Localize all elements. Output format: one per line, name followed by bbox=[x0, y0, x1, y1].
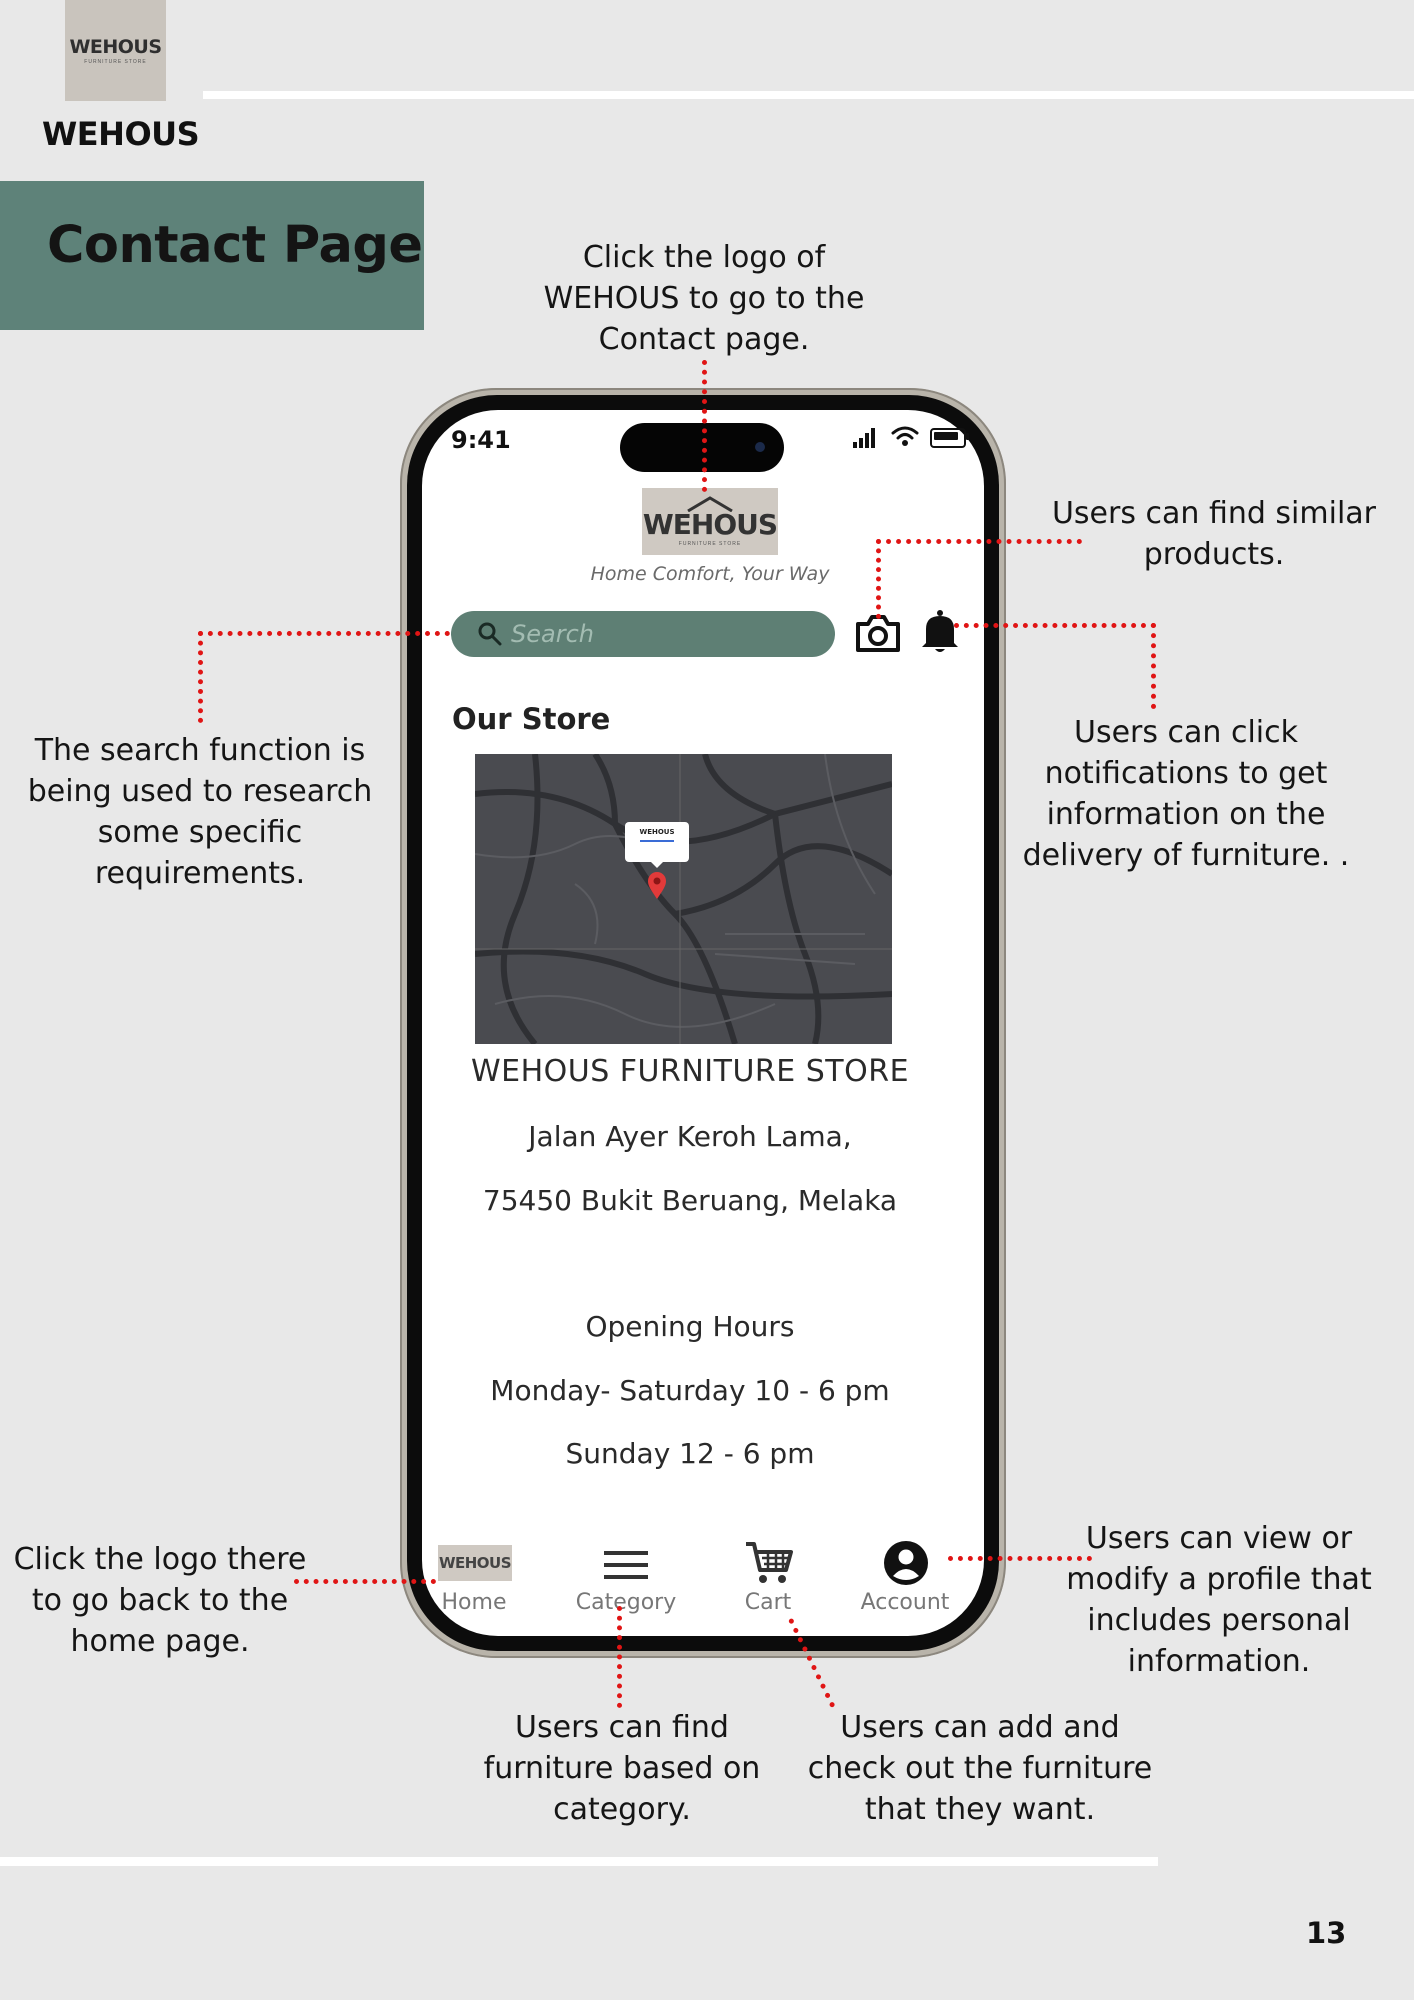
connector-search-v bbox=[198, 631, 203, 723]
app-logo[interactable]: WEHOUS FURNITURE STORE bbox=[642, 488, 778, 555]
tab-home-label: Home bbox=[441, 1590, 507, 1615]
note-category: Users can find furniture based on catego… bbox=[483, 1710, 761, 1827]
map-popup-title: WEHOUS bbox=[639, 828, 675, 836]
hours-weekday: Monday- Saturday 10 - 6 pm bbox=[490, 1374, 890, 1407]
app-tagline: Home Comfort, Your Way bbox=[590, 563, 830, 585]
front-camera bbox=[755, 442, 765, 452]
page-title: Contact Page bbox=[47, 216, 423, 275]
brand-name: WEHOUS bbox=[42, 115, 200, 153]
search-icon bbox=[478, 622, 502, 646]
location-pin-icon bbox=[648, 872, 666, 899]
page-number: 13 bbox=[1306, 1916, 1347, 1950]
app-logo-text: WEHOUS bbox=[642, 508, 778, 541]
note-cart: Users can add and check out the furnitur… bbox=[807, 1710, 1153, 1827]
header-divider bbox=[203, 91, 1414, 99]
connector-home bbox=[294, 1579, 436, 1584]
status-time: 9:41 bbox=[451, 426, 511, 454]
opening-hours-heading: Opening Hours bbox=[585, 1310, 795, 1343]
search-bar[interactable] bbox=[451, 611, 835, 657]
store-map[interactable]: WEHOUS bbox=[475, 754, 892, 1044]
note-account: Users can view or modify a profile that … bbox=[1066, 1521, 1372, 1679]
connector-camera-v bbox=[876, 539, 881, 619]
cart-icon bbox=[746, 1542, 793, 1583]
connector-bell-h bbox=[954, 623, 1156, 628]
brand-logo: WEHOUS FURNITURE STORE bbox=[65, 0, 166, 101]
battery-tip bbox=[966, 433, 969, 440]
tab-cart[interactable]: Cart bbox=[722, 1540, 814, 1620]
note-logo: Click the logo of WEHOUS to go to the Co… bbox=[543, 240, 865, 357]
footer-divider bbox=[0, 1857, 1158, 1866]
map-popup[interactable]: WEHOUS bbox=[625, 822, 689, 862]
bell-icon[interactable] bbox=[920, 609, 960, 655]
note-home: Click the logo there to go back to the h… bbox=[13, 1542, 307, 1659]
note-notifications: Users can click notifications to get inf… bbox=[1022, 715, 1350, 873]
app-logo-subtext: FURNITURE STORE bbox=[678, 541, 742, 547]
store-name: WEHOUS FURNITURE STORE bbox=[470, 1054, 910, 1089]
signal-icon bbox=[853, 428, 879, 448]
tab-category-label: Category bbox=[575, 1590, 677, 1615]
search-input[interactable] bbox=[511, 620, 811, 648]
brand-logo-text: WEHOUS bbox=[69, 36, 162, 58]
battery-level bbox=[934, 432, 958, 440]
tab-category[interactable]: Category bbox=[556, 1540, 696, 1620]
store-address-line1: Jalan Ayer Keroh Lama, bbox=[528, 1120, 852, 1153]
tab-account-label: Account bbox=[860, 1590, 950, 1615]
tab-home[interactable]: WEHOUS Home bbox=[432, 1540, 516, 1620]
our-store-heading: Our Store bbox=[452, 702, 611, 736]
connector-logo bbox=[702, 360, 707, 492]
note-camera: Users can find similar products. bbox=[1051, 496, 1377, 572]
connector-category bbox=[617, 1606, 622, 1708]
brand-logo-subtext: FURNITURE STORE bbox=[84, 59, 147, 65]
hours-sunday: Sunday 12 - 6 pm bbox=[565, 1437, 815, 1470]
menu-icon bbox=[604, 1551, 648, 1579]
map-popup-pointer bbox=[651, 862, 663, 868]
store-address-line2: 75450 Bukit Beruang, Melaka bbox=[482, 1184, 898, 1217]
home-logo-text: WEHOUS bbox=[438, 1554, 512, 1572]
home-logo-icon: WEHOUS bbox=[438, 1545, 512, 1581]
note-search: The search function is being used to res… bbox=[27, 733, 373, 891]
connector-bell-v bbox=[1151, 623, 1156, 709]
account-icon bbox=[884, 1541, 928, 1585]
tab-cart-label: Cart bbox=[744, 1590, 792, 1615]
map-streets bbox=[475, 754, 892, 1044]
connector-search-h bbox=[198, 631, 450, 636]
tab-account[interactable]: Account bbox=[846, 1540, 964, 1620]
wifi-icon bbox=[891, 426, 919, 446]
